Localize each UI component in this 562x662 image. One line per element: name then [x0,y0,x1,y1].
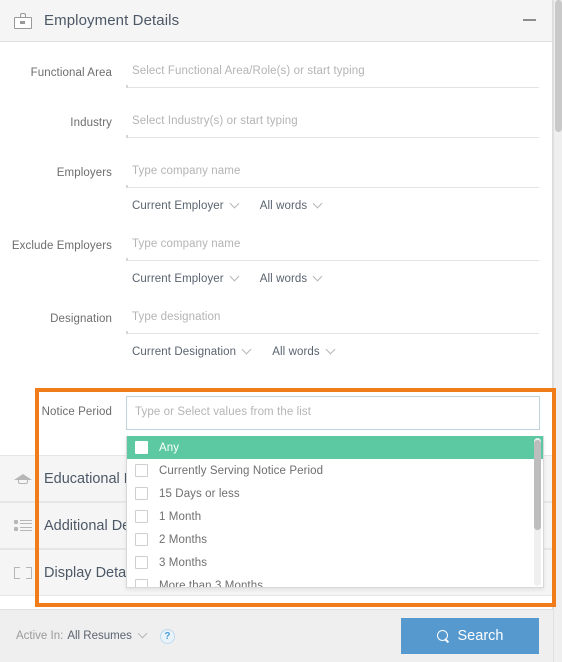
placeholder-text: Select Industry(s) or start typing [132,115,298,127]
functional-area-input[interactable]: Select Functional Area/Role(s) or start … [126,60,539,88]
chevron-down-icon [137,628,148,638]
option-label: 1 Month [159,510,202,523]
minimize-button[interactable] [522,12,538,28]
chevron-down-icon [241,344,252,354]
option-label: 3 Months [159,556,208,569]
field-control: Type company name Current Employer All w… [126,160,552,217]
checkbox-icon[interactable] [135,579,148,587]
field-notice-period: Notice Period Type or Select values from… [0,396,553,430]
field-industry: Industry Select Industry(s) or start typ… [0,110,552,138]
field-label: Industry [70,117,112,129]
magnifier-icon [436,629,450,643]
chevron-down-icon [229,271,240,281]
brackets-icon [14,565,32,581]
chevron-down-icon [312,198,323,208]
checkbox-icon[interactable] [135,441,148,454]
dropdown-label: All words [272,346,320,358]
briefcase-icon [14,12,32,29]
field-employers: Employers Type company name Current Empl… [0,160,552,217]
exclude-employers-input[interactable]: Type company name [126,233,539,261]
dropdown-option-1-month[interactable]: 1 Month [127,505,543,528]
form-body: Functional Area Select Functional Area/R… [0,42,552,363]
field-functional-area: Functional Area Select Functional Area/R… [0,60,552,88]
checkbox-icon[interactable] [135,464,148,477]
notice-period-dropdown-list[interactable]: Any Currently Serving Notice Period 15 D… [126,436,544,588]
chevron-down-icon [325,344,336,354]
card-header: Employment Details [0,0,552,42]
option-label: 15 Days or less [159,487,240,500]
chevron-down-icon [229,198,240,208]
active-in-value: All Resumes [67,630,132,642]
field-control: Type company name Current Employer All w… [126,233,552,290]
chevron-down-icon [312,271,323,281]
dropdown-label: Current Employer [132,200,224,212]
dropdown-option-3-months[interactable]: 3 Months [127,551,543,574]
field-label: Employers [56,167,112,179]
employment-details-screen: Employment Details Functional Area Selec… [0,0,562,662]
employers-input[interactable]: Type company name [126,160,539,188]
field-control: Select Industry(s) or start typing [126,110,552,138]
field-label: Functional Area [30,67,112,79]
active-in-label: Active In: [16,630,64,642]
dropdown-label: Current Employer [132,273,224,285]
placeholder-text: Type company name [132,238,241,250]
dropdown-option-2-months[interactable]: 2 Months [127,528,543,551]
checkbox-icon[interactable] [135,510,148,523]
designation-input[interactable]: Type designation [126,306,539,334]
placeholder-text: Type designation [132,311,221,323]
field-control: Select Functional Area/Role(s) or start … [126,60,552,88]
field-label: Notice Period [41,406,112,418]
list-details-icon [14,518,32,534]
active-in-dropdown[interactable]: Active In: All Resumes [16,628,148,642]
option-label: Currently Serving Notice Period [159,464,324,477]
field-control: Type designation Current Designation All… [126,306,552,363]
industry-input[interactable]: Select Industry(s) or start typing [126,110,539,138]
field-label: Designation [50,313,112,325]
scrollbar-thumb[interactable] [534,440,541,530]
dropdown-option-15-days[interactable]: 15 Days or less [127,482,543,505]
search-button[interactable]: Search [401,618,539,654]
checkbox-icon[interactable] [135,556,148,569]
field-exclude-employers: Exclude Employers Type company name Curr… [0,233,552,290]
designation-match-dropdown[interactable]: All words [272,344,336,358]
footer-bar: Active In: All Resumes ? Search [0,609,553,662]
graduation-cap-icon [14,471,32,487]
dropdown-option-currently-serving[interactable]: Currently Serving Notice Period [127,459,543,482]
notice-period-input[interactable]: Type or Select values from the list [126,396,540,430]
field-label: Exclude Employers [11,240,112,252]
dropdown-option-more-than-3-months[interactable]: More than 3 Months [127,574,543,588]
employers-scope-dropdown[interactable]: Current Employer [132,198,240,212]
checkbox-icon[interactable] [135,487,148,500]
option-label: More than 3 Months [159,579,264,588]
scrollbar-thumb[interactable] [555,0,562,132]
page-scrollbar[interactable] [553,0,562,662]
employers-options: Current Employer All words [126,195,539,217]
page-title: Employment Details [44,12,180,29]
option-label: Any [159,441,180,454]
help-icon[interactable]: ? [159,628,175,644]
dropdown-option-any[interactable]: Any [127,436,543,459]
dropdown-scrollbar[interactable] [534,438,541,586]
dropdown-label: Current Designation [132,346,237,358]
placeholder-text: Type company name [132,165,241,177]
search-button-label: Search [457,628,504,644]
placeholder-text: Type or Select values from the list [135,406,312,418]
field-designation: Designation Type designation Current Des… [0,306,552,363]
checkbox-icon[interactable] [135,533,148,546]
option-label: 2 Months [159,533,208,546]
field-control: Type or Select values from the list [126,396,553,430]
dropdown-label: All words [259,200,308,212]
employers-match-dropdown[interactable]: All words [259,198,323,212]
exclude-employers-options: Current Employer All words [126,268,539,290]
dropdown-label: All words [259,273,308,285]
exclude-employers-match-dropdown[interactable]: All words [259,271,323,285]
employment-details-card: Employment Details Functional Area Selec… [0,0,556,662]
designation-scope-dropdown[interactable]: Current Designation [132,344,252,358]
designation-options: Current Designation All words [126,341,539,363]
exclude-employers-scope-dropdown[interactable]: Current Employer [132,271,240,285]
placeholder-text: Select Functional Area/Role(s) or start … [132,65,365,77]
